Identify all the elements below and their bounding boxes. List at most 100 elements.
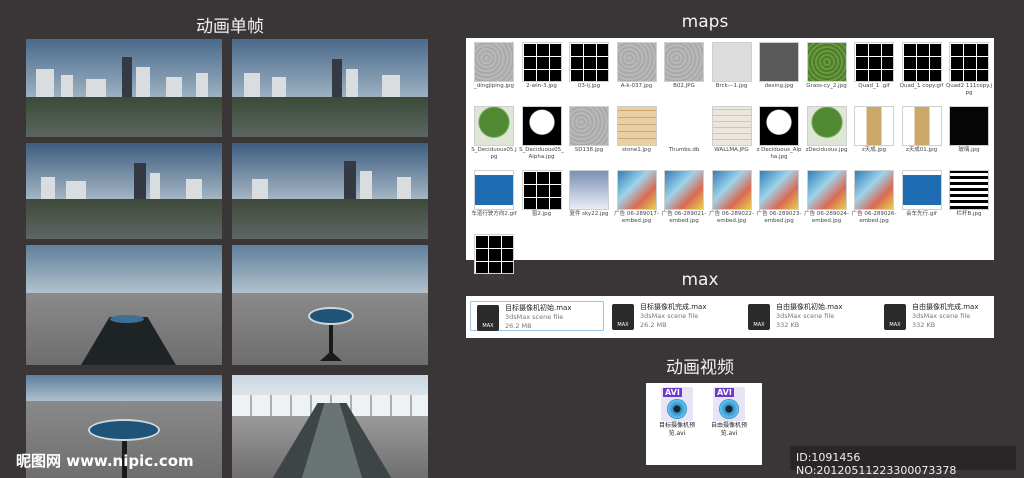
- max-file-size: 26.2 MB: [640, 321, 667, 329]
- map-file-label: 栏杆B.jpg: [956, 211, 982, 217]
- map-file-label: S_Deciduous05.jpg: [471, 147, 517, 160]
- map-file[interactable]: 广告 06-289022-embed.jpg: [708, 170, 756, 225]
- window-grid-icon: [474, 234, 514, 274]
- window-grid-icon: [521, 170, 562, 210]
- max-file[interactable]: MAX 目标摄像机初始.max 3dsMax scene file 26.2 MB: [470, 301, 604, 331]
- ad-icon: [759, 170, 799, 210]
- map-file-label: dexing.jpg: [764, 83, 794, 89]
- max-file[interactable]: MAX 自由摄像机完成.max 3dsMax scene file 332 KB: [878, 301, 1012, 331]
- plaque-icon: [854, 106, 894, 146]
- map-file-label: Brck---1.jpg: [715, 83, 748, 89]
- map-file-label: WALLMA.JPG: [714, 147, 749, 153]
- avi-file[interactable]: AVI 目标摄像机预览.avi: [654, 387, 700, 438]
- max-file[interactable]: MAX 目标摄像机完成.max 3dsMax scene file 26.2 MB: [606, 301, 740, 331]
- media-disc-icon: [667, 399, 687, 419]
- map-file[interactable]: S_Deciduous05.jpg: [470, 106, 518, 161]
- map-file-label: 广告 06-289024-embed.jpg: [804, 211, 849, 224]
- 3dsmax-file-icon: MAX: [612, 304, 634, 330]
- map-file[interactable]: Quad2 111copy.jpg: [945, 42, 993, 97]
- 3dsmax-file-icon: MAX: [748, 304, 770, 330]
- wood-texture-icon: [616, 106, 657, 146]
- max-badge: MAX: [889, 322, 901, 328]
- tree-alpha-icon: [521, 106, 562, 146]
- map-file[interactable]: z Deciduous_Alpha.jpg: [755, 106, 803, 161]
- stone-texture-icon: [664, 42, 704, 82]
- max-panel: MAX 目标摄像机初始.max 3dsMax scene file 26.2 MB MA…: [466, 296, 994, 338]
- max-badge: MAX: [753, 322, 765, 328]
- avi-file[interactable]: AVI 自由摄像机预览.avi: [706, 387, 752, 438]
- ad-icon: [854, 170, 894, 210]
- tree-icon: [806, 106, 847, 146]
- map-file[interactable]: Brck---1.jpg: [708, 42, 756, 90]
- avi-video-icon: AVI: [713, 387, 745, 421]
- map-file-label: 会车先行.gif: [906, 211, 937, 217]
- map-file-label: Thumbs.db: [668, 147, 700, 153]
- black-icon: [949, 106, 989, 146]
- max-file-name: 目标摄像机完成.max: [640, 303, 707, 311]
- window-grid-icon: [854, 42, 894, 82]
- ad-icon: [806, 170, 847, 210]
- dark-texture-icon: [759, 42, 799, 82]
- stone-texture-icon: [616, 42, 657, 82]
- brick-texture-icon: [711, 106, 752, 146]
- map-file[interactable]: 2-win-3.jpg: [518, 42, 566, 90]
- frame-city-2: [232, 39, 428, 137]
- map-file[interactable]: 栏杆B.jpg: [945, 170, 993, 218]
- map-file[interactable]: 03-lj.jpg: [565, 42, 613, 90]
- map-file-label: S_Deciduous05_Alpha.jpg: [519, 147, 564, 160]
- map-file[interactable]: zDeciduous.jpg: [803, 106, 851, 154]
- map-file[interactable]: 广告 06-289024-embed.jpg: [803, 170, 851, 225]
- map-file[interactable]: Grass-cy_2.jpg: [803, 42, 851, 90]
- map-file[interactable]: B02.JPG: [660, 42, 708, 90]
- tree-alpha-icon: [759, 106, 799, 146]
- map-file[interactable]: S_Deciduous05_Alpha.jpg: [518, 106, 566, 161]
- map-file[interactable]: SD138.jpg: [565, 106, 613, 154]
- map-file[interactable]: 玻璃.jpg: [945, 106, 993, 154]
- map-file[interactable]: Thumbs.db: [660, 106, 708, 154]
- map-file[interactable]: 车道行驶方向2.gif: [470, 170, 518, 218]
- map-file[interactable]: 广告 06-289023-embed.jpg: [755, 170, 803, 225]
- map-file[interactable]: WALLMA.JPG: [708, 106, 756, 154]
- map-file[interactable]: _dingjiping.jpg: [470, 42, 518, 90]
- max-file-type: 3dsMax scene file: [776, 312, 835, 320]
- frame-city-1: [26, 39, 222, 137]
- window-grid-icon: [901, 42, 942, 82]
- map-file[interactable]: 广告 06-289017-embed.jpg: [613, 170, 661, 225]
- ad-icon: [664, 170, 704, 210]
- map-file-label: Quad_1 .gif: [858, 83, 890, 89]
- map-file-label: Grass-cy_2.jpg: [806, 83, 847, 89]
- map-file[interactable]: z天成01.jpg: [898, 106, 946, 154]
- video-heading: 动画视频: [666, 358, 734, 378]
- map-file-label: zDeciduous.jpg: [805, 147, 848, 153]
- max-file-name: 自由摄像机初始.max: [776, 303, 843, 311]
- map-file[interactable]: 广告 06-289021-embed.jpg: [660, 170, 708, 225]
- avi-badge: AVI: [663, 388, 682, 397]
- frames-heading: 动画单帧: [196, 17, 264, 37]
- map-file[interactable]: dexing.jpg: [755, 42, 803, 90]
- map-file-label: 广告 06-289026-embed.jpg: [851, 211, 897, 224]
- map-file[interactable]: 广告 06-289026-embed.jpg: [850, 170, 898, 225]
- avi-file-label: 自由摄像机预览.avi: [710, 422, 747, 437]
- map-file[interactable]: stone1.jpg: [613, 106, 661, 154]
- arrow-sign-icon: [474, 170, 514, 210]
- map-file[interactable]: z天成.jpg: [850, 106, 898, 154]
- avi-video-icon: AVI: [661, 387, 693, 421]
- map-file[interactable]: 窗2.jpg: [518, 170, 566, 218]
- map-file[interactable]: 复件 sky22.jpg: [565, 170, 613, 218]
- ad-icon: [711, 170, 752, 210]
- 3dsmax-file-icon: MAX: [884, 304, 906, 330]
- map-file[interactable]: 楼板.jpg: [470, 234, 518, 282]
- map-file-label: 广告 06-289022-embed.jpg: [709, 211, 754, 224]
- map-file-label: _dingjiping.jpg: [473, 83, 515, 89]
- map-file[interactable]: Quad_1 .gif: [850, 42, 898, 90]
- arrow-sign-icon: [901, 170, 942, 210]
- watermark: 昵图网 www.nipic.com: [16, 452, 194, 470]
- max-file[interactable]: MAX 自由摄像机初始.max 3dsMax scene file 332 KB: [742, 301, 876, 331]
- stone-texture-icon: [474, 42, 514, 82]
- map-file-label: Quad2 111copy.jpg: [945, 83, 993, 96]
- gear-file-icon: [664, 106, 704, 146]
- map-file[interactable]: A-k-037.jpg: [613, 42, 661, 90]
- map-file[interactable]: 会车先行.gif: [898, 170, 946, 218]
- map-file[interactable]: Quad_1 copy.gif: [898, 42, 946, 90]
- max-heading: max: [681, 270, 719, 290]
